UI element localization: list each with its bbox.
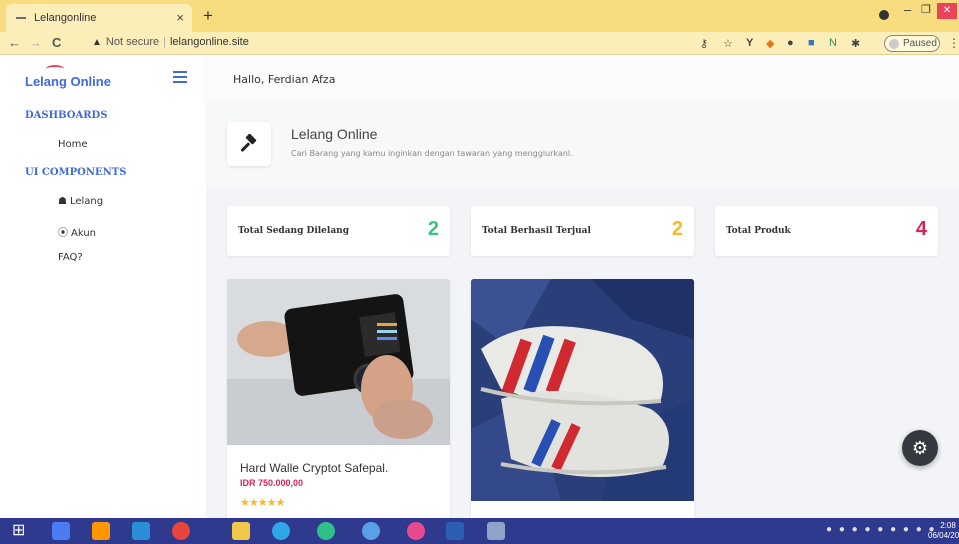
address-bar[interactable]: ▲ Not secure | lelangonline.site bbox=[92, 36, 249, 48]
stat-value: 4 bbox=[915, 218, 927, 240]
new-tab-button[interactable]: + bbox=[203, 6, 213, 26]
hamburger-menu-icon[interactable] bbox=[173, 71, 187, 83]
brand-bar: Lelang Online bbox=[0, 56, 206, 102]
sidebar-item-label: FAQ? bbox=[58, 252, 83, 263]
browser-menu-button[interactable]: ⋮ bbox=[948, 36, 959, 50]
system-tray[interactable]: ● ● ● ● ● ● ● ● ● bbox=[826, 524, 937, 535]
stat-label: Total Produk bbox=[726, 226, 791, 236]
sidebar: DASHBOARDS Home UI COMPONENTS ☗ Lelang ⦿ A… bbox=[0, 102, 206, 518]
key-icon[interactable]: ⚷ bbox=[700, 37, 708, 50]
tab-close-button[interactable]: × bbox=[176, 10, 184, 25]
extension-square-icon[interactable]: ■ bbox=[808, 37, 815, 49]
logo-swoosh-icon bbox=[46, 65, 64, 73]
sidebar-item-home[interactable]: Home bbox=[58, 139, 88, 150]
chat-app-icon[interactable] bbox=[362, 522, 380, 540]
sidebar-heading-dashboards: DASHBOARDS bbox=[25, 110, 108, 121]
metamask-icon[interactable]: ◆ bbox=[766, 37, 774, 50]
user-greeting: Hallo, Ferdian Afza bbox=[233, 73, 336, 86]
extension-n-icon[interactable]: N bbox=[829, 37, 837, 49]
word-icon[interactable] bbox=[446, 522, 464, 540]
page-title-band: Lelang Online Cari Barang yang kamu ingi… bbox=[206, 102, 959, 188]
sublime-text-icon[interactable] bbox=[92, 522, 110, 540]
vscode-icon[interactable] bbox=[132, 522, 150, 540]
itunes-icon[interactable] bbox=[407, 522, 425, 540]
chrome-icon[interactable] bbox=[172, 522, 190, 540]
user-circle-icon: ⦿ bbox=[58, 228, 68, 239]
security-status: Not secure bbox=[105, 36, 160, 48]
product-image[interactable] bbox=[227, 279, 450, 445]
browser-tab[interactable]: Lelangonline × bbox=[6, 4, 192, 32]
sidebar-item-label: Akun bbox=[71, 228, 96, 239]
puzzle-icon[interactable]: ✱ bbox=[851, 37, 860, 50]
web-page: Lelang Online Hallo, Ferdian Afza DASHBO… bbox=[0, 56, 959, 518]
page-subtitle: Cari Barang yang kamu inginkan dengan ta… bbox=[291, 149, 573, 158]
paused-label: Paused bbox=[903, 38, 937, 49]
app-logo[interactable]: Lelang Online bbox=[25, 74, 111, 89]
star-icon[interactable]: ☆ bbox=[723, 37, 733, 50]
avatar bbox=[889, 39, 899, 49]
stat-card-sedang-dilelang: Total Sedang Dilelang 2 bbox=[227, 206, 450, 256]
product-card[interactable] bbox=[471, 279, 694, 518]
main-content: Lelang Online Cari Barang yang kamu ingi… bbox=[206, 102, 959, 518]
star-rating-icon: ★★★★★ bbox=[240, 497, 285, 509]
browser-toolbar: ← → C ▲ Not secure | lelangonline.site ⚷ ☆ … bbox=[0, 32, 959, 55]
address-separator: | bbox=[163, 36, 166, 48]
stat-value: 2 bbox=[427, 218, 439, 240]
stat-card-total-produk: Total Produk 4 bbox=[715, 206, 938, 256]
telegram-icon[interactable] bbox=[272, 522, 290, 540]
product-name[interactable]: Hard Walle Cryptot Safepal. bbox=[240, 461, 388, 475]
meet-icon[interactable] bbox=[52, 522, 70, 540]
edge-icon[interactable] bbox=[317, 522, 335, 540]
clock-date: 06/04/2021 bbox=[928, 531, 959, 540]
settings-gear-button[interactable]: ⚙ bbox=[902, 430, 938, 466]
reload-button[interactable]: C bbox=[52, 35, 61, 50]
profile-paused-button[interactable]: Paused bbox=[884, 35, 940, 52]
taskbar-clock[interactable]: 2:08 06/04/2021 bbox=[928, 521, 959, 541]
extension-circle-icon[interactable]: ● bbox=[787, 37, 794, 49]
extension-y-icon[interactable]: Y bbox=[746, 37, 753, 49]
paint-icon[interactable] bbox=[487, 522, 505, 540]
warning-icon: ▲ bbox=[92, 37, 102, 48]
restore-icon[interactable]: ❐ bbox=[921, 3, 931, 16]
windows-taskbar: ⊞ ● ● ● ● ● ● ● ● ● 2:08 06/04/2021 bbox=[0, 518, 959, 544]
url-text: lelangonline.site bbox=[169, 36, 249, 48]
sidebar-item-akun[interactable]: ⦿ Akun bbox=[58, 224, 96, 239]
shopping-bag-icon: ☗ bbox=[58, 196, 67, 207]
windows-start-icon[interactable]: ⊞ bbox=[12, 522, 30, 540]
product-card[interactable]: Hard Walle Cryptot Safepal. IDR 750.000,… bbox=[227, 279, 450, 518]
product-price: IDR 750.000,00 bbox=[240, 478, 304, 488]
close-window-icon[interactable]: ✕ bbox=[937, 3, 957, 19]
stat-card-berhasil-terjual: Total Berhasil Terjual 2 bbox=[471, 206, 694, 256]
forward-button[interactable]: → bbox=[29, 35, 42, 50]
tab-title: Lelangonline bbox=[34, 12, 97, 24]
clock-time: 2:08 bbox=[940, 521, 956, 530]
stat-label: Total Sedang Dilelang bbox=[238, 226, 349, 236]
sidebar-item-lelang[interactable]: ☗ Lelang bbox=[58, 196, 103, 207]
stat-label: Total Berhasil Terjual bbox=[482, 226, 591, 236]
gear-icon: ⚙ bbox=[911, 438, 929, 458]
gavel-icon bbox=[227, 122, 271, 166]
page-title: Lelang Online bbox=[291, 126, 378, 142]
file-explorer-icon[interactable] bbox=[232, 522, 250, 540]
sidebar-item-faq[interactable]: FAQ? bbox=[58, 252, 83, 263]
back-button[interactable]: ← bbox=[8, 35, 21, 50]
tab-favicon-icon bbox=[16, 17, 26, 19]
app-header: Hallo, Ferdian Afza bbox=[206, 56, 959, 102]
sidebar-item-label: Lelang bbox=[69, 196, 104, 207]
stat-value: 2 bbox=[671, 218, 683, 240]
browser-tab-bar: Lelangonline × + – ❐ ✕ bbox=[0, 0, 959, 32]
product-image[interactable] bbox=[471, 279, 694, 501]
minimize-icon[interactable]: – bbox=[904, 2, 911, 17]
sidebar-item-label: Home bbox=[58, 139, 88, 150]
sidebar-heading-ui-components: UI COMPONENTS bbox=[25, 167, 127, 178]
profile-icon[interactable] bbox=[879, 10, 889, 20]
